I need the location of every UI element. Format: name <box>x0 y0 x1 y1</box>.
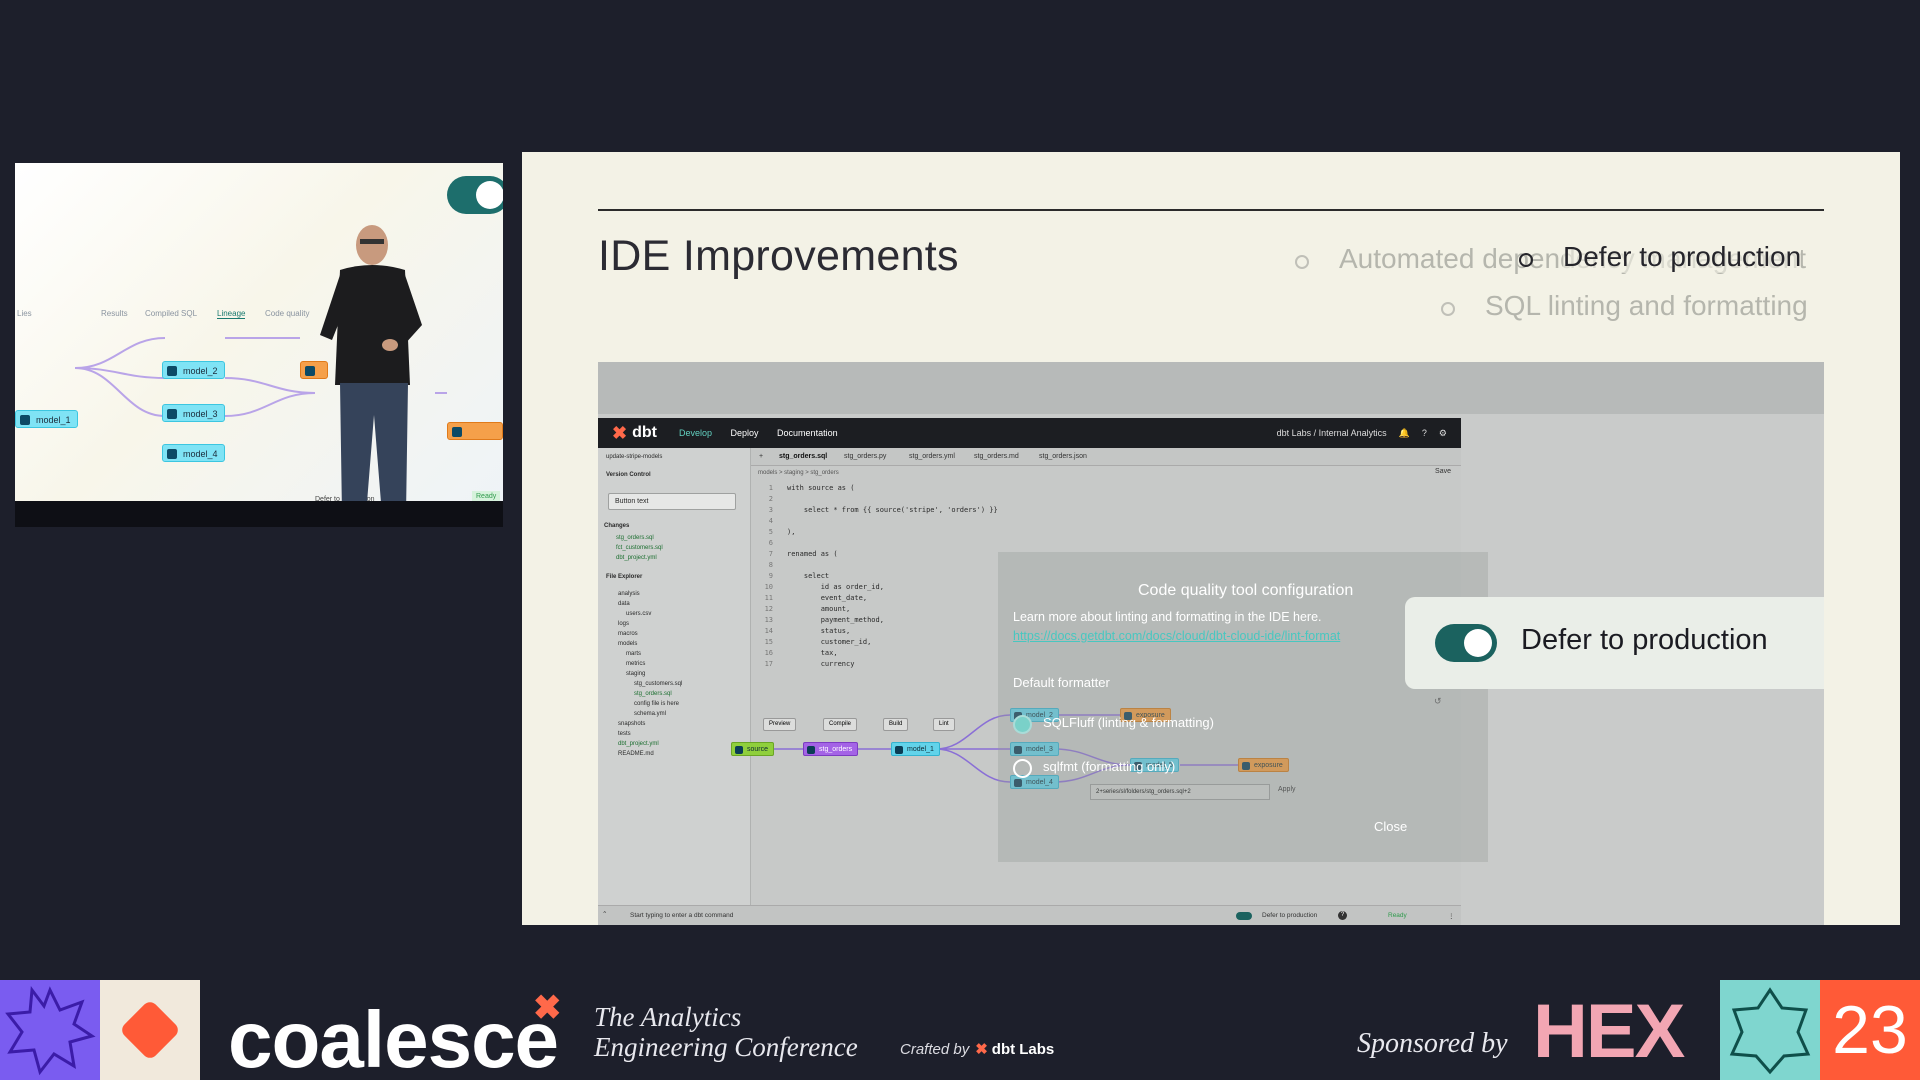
command-bar[interactable]: Start typing to enter a dbt command <box>630 912 733 919</box>
modal-docs-link[interactable]: https://docs.getdbt.com/docs/cloud/dbt-c… <box>1013 629 1340 643</box>
slide-divider <box>598 209 1824 211</box>
slide-bullet-3: SQL linting and formatting <box>1441 290 1808 322</box>
crafted-by: Crafted by ✖ dbt Labs <box>900 1041 1055 1058</box>
defer-toggle-small[interactable] <box>1236 912 1252 920</box>
defer-toggle[interactable] <box>1435 624 1497 662</box>
year-badge: 23 <box>1820 980 1920 1080</box>
badge-star-icon <box>5 985 96 1076</box>
defer-callout: Defer to production ? <box>1405 597 1824 689</box>
speaker-camera-feed: Lies Results Compiled SQL Lineage Code q… <box>15 163 503 527</box>
badge-blob-icon <box>1729 987 1811 1075</box>
chevron-up-icon[interactable]: ⌃ <box>602 910 607 918</box>
bullet-text: SQL linting and formatting <box>1485 290 1808 321</box>
camera-node-model-3: model_3 <box>162 404 225 422</box>
help-icon[interactable]: ? <box>1338 911 1347 920</box>
slide-bullet-2: Defer to production <box>1519 241 1802 273</box>
coalesce-x-icon: ✖ <box>533 989 562 1027</box>
bullet-circle-icon <box>1519 253 1533 267</box>
bullet-text: Defer to production <box>1563 241 1802 272</box>
lineage-node-source[interactable]: source <box>731 742 775 756</box>
more-icon[interactable]: ⋮ <box>1448 912 1455 920</box>
badge-tile-purple <box>0 980 100 1080</box>
bullet-circle-icon <box>1295 255 1309 269</box>
ide-status-bar: ⌃ Start typing to enter a dbt command De… <box>598 905 1461 925</box>
conference-banner: coalesce ✖ The Analytics Engineering Con… <box>0 980 1920 1080</box>
modal-title: Code quality tool configuration <box>1138 582 1354 599</box>
modal-description: Learn more about linting and formatting … <box>1013 610 1322 624</box>
radio-sqlfmt[interactable]: sqlfmt (formatting only) <box>1013 759 1175 778</box>
bullet-circle-icon <box>1441 302 1455 316</box>
lineage-node-model-1[interactable]: model_1 <box>891 742 940 756</box>
defer-label: Defer to production <box>1521 624 1768 656</box>
slide-title: IDE Improvements <box>598 232 959 280</box>
defer-label-small: Defer to production <box>1262 912 1318 919</box>
lineage-node-stg-orders[interactable]: stg_orders <box>803 742 859 756</box>
presentation-slide: IDE Improvements Automated dependency ma… <box>522 152 1900 925</box>
ghost-nav-bar <box>598 362 1824 414</box>
camera-node-exposure <box>447 422 503 440</box>
ide-screenshot: ✖ dbt Develop Deploy Documentation dbt L… <box>598 362 1824 925</box>
sponsored-by: Sponsored by <box>1357 1028 1508 1059</box>
dbt-x-icon: ✖ <box>975 1041 988 1058</box>
coalesce-wordmark: coalesce <box>228 995 559 1080</box>
diamond-icon <box>122 1002 178 1058</box>
hex-logo: HEX <box>1533 989 1685 1074</box>
modal-close-button[interactable]: Close <box>1374 819 1407 834</box>
badge-tile-cream <box>100 980 200 1080</box>
conference-tagline: The Analytics Engineering Conference <box>594 1002 858 1062</box>
camera-node-model-4: model_4 <box>162 444 225 462</box>
camera-node-model-2: model_2 <box>162 361 225 379</box>
speaker-figure <box>320 225 422 515</box>
status-ready: Ready <box>1388 912 1407 919</box>
modal-subtitle: Default formatter <box>1013 675 1110 690</box>
camera-node-model-1: model_1 <box>15 410 78 428</box>
radio-sqlfluff[interactable]: SQLFluff (linting & formatting) <box>1013 715 1214 734</box>
badge-tile-teal <box>1720 980 1820 1080</box>
stage-floor <box>15 501 503 527</box>
